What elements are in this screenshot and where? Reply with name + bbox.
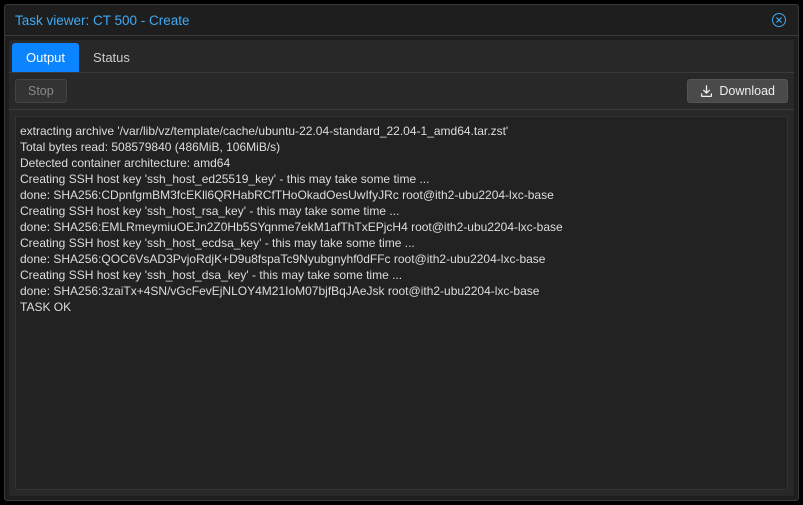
- log-line: Creating SSH host key 'ssh_host_rsa_key'…: [18, 203, 785, 219]
- task-viewer-dialog: Task viewer: CT 500 - Create Output Stat…: [4, 4, 799, 501]
- close-icon: [771, 12, 787, 28]
- log-line: done: SHA256:CDpnfgmBM3fcEKll6QRHabRCfTH…: [18, 187, 785, 203]
- tab-label: Output: [26, 50, 65, 65]
- log-line: Detected container architecture: amd64: [18, 155, 785, 171]
- close-button[interactable]: [770, 11, 788, 29]
- dialog-body: Output Status Stop Download extracting a…: [9, 40, 794, 496]
- log-line: Creating SSH host key 'ssh_host_ecdsa_ke…: [18, 235, 785, 251]
- log-line: extracting archive '/var/lib/vz/template…: [18, 123, 785, 139]
- log-line: TASK OK: [18, 299, 785, 315]
- log-line: Creating SSH host key 'ssh_host_dsa_key'…: [18, 267, 785, 283]
- log-line: done: SHA256:QOC6VsAD3PvjoRdjK+D9u8fspaT…: [18, 251, 785, 267]
- stop-button[interactable]: Stop: [15, 79, 67, 103]
- log-output[interactable]: extracting archive '/var/lib/vz/template…: [15, 116, 788, 490]
- log-line: Total bytes read: 508579840 (486MiB, 106…: [18, 139, 785, 155]
- tab-label: Status: [93, 50, 130, 65]
- stop-button-label: Stop: [28, 84, 54, 98]
- download-button[interactable]: Download: [687, 79, 788, 103]
- log-line: Creating SSH host key 'ssh_host_ed25519_…: [18, 171, 785, 187]
- tab-output[interactable]: Output: [12, 43, 79, 72]
- log-line: done: SHA256:EMLRmeymiuOEJn2Z0Hb5SYqnme7…: [18, 219, 785, 235]
- download-button-label: Download: [719, 84, 775, 98]
- tab-bar: Output Status: [9, 40, 794, 72]
- dialog-header: Task viewer: CT 500 - Create: [5, 5, 798, 36]
- dialog-title: Task viewer: CT 500 - Create: [15, 13, 190, 28]
- tab-status[interactable]: Status: [79, 43, 144, 72]
- log-line: done: SHA256:3zaiTx+4SN/vGcFevEjNLOY4M21…: [18, 283, 785, 299]
- download-icon: [700, 85, 713, 98]
- toolbar: Stop Download: [9, 72, 794, 110]
